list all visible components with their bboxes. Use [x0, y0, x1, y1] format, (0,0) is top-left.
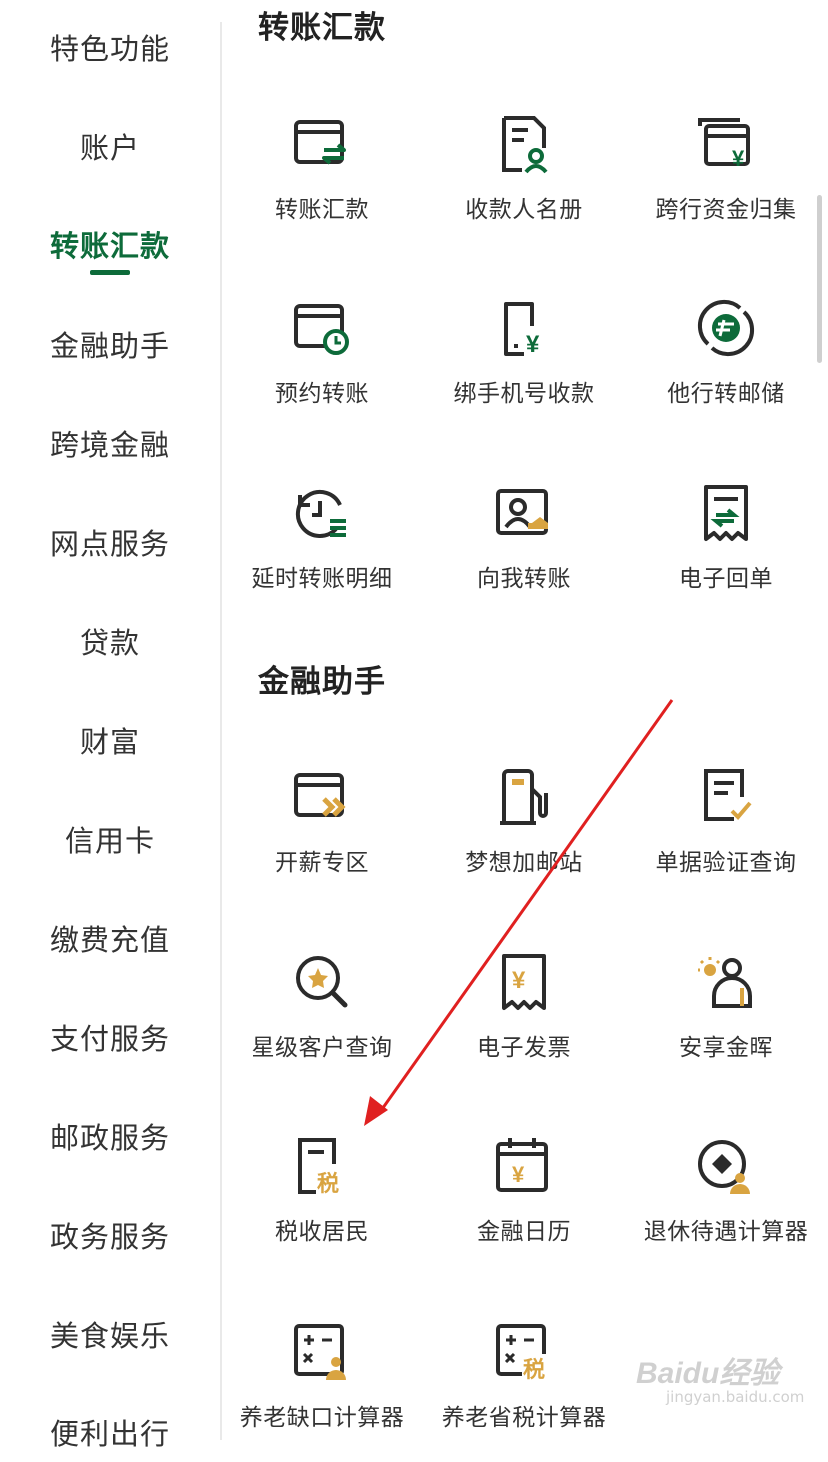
tile-label: 梦想加邮站 — [465, 850, 583, 876]
svg-text:¥: ¥ — [512, 1162, 525, 1187]
sidebar-item-finance-assistant[interactable]: 金融助手 — [0, 314, 220, 374]
tile-label: 他行转邮储 — [667, 381, 785, 407]
svg-text:¥: ¥ — [732, 146, 745, 171]
senior-care-icon — [698, 957, 752, 1008]
retirement-calc-icon — [698, 1140, 750, 1194]
tile-other-bank[interactable]: 他行转邮储 — [626, 288, 826, 438]
tile-label: 转账汇款 — [275, 197, 369, 223]
sidebar-item-branch-service[interactable]: 网点服务 — [0, 512, 220, 572]
tile-label: 电子回单 — [679, 566, 773, 592]
tile-label: 收款人名册 — [465, 197, 583, 223]
tile-label: 金融日历 — [477, 1219, 571, 1245]
sidebar-item-cross-border[interactable]: 跨境金融 — [0, 413, 220, 473]
delayed-transfer-icon — [295, 490, 346, 538]
pension-gap-calc-icon — [294, 1324, 346, 1380]
sidebar-item-features[interactable]: 特色功能 — [0, 17, 220, 77]
sidebar-item-payments[interactable]: 缴费充值 — [0, 908, 220, 968]
other-bank-icon — [697, 299, 755, 357]
tile-label: 退休待遇计算器 — [643, 1219, 809, 1245]
scheduled-transfer-icon — [294, 304, 349, 355]
tile-scheduled-transfer[interactable]: 预约转账 — [222, 288, 422, 438]
tile-delayed-transfer[interactable]: 延时转账明细 — [222, 473, 422, 623]
tile-fuel-station[interactable]: 梦想加邮站 — [424, 757, 624, 907]
tile-finance-calendar[interactable]: ¥ 金融日历 — [424, 1126, 624, 1276]
e-invoice-icon: ¥ — [502, 954, 546, 1010]
tax-resident-icon: 税 — [298, 1138, 346, 1197]
tile-label: 绑手机号收款 — [453, 381, 595, 407]
payee-book-icon — [502, 116, 548, 174]
svg-text:¥: ¥ — [526, 331, 540, 358]
tile-fund-collection[interactable]: ¥ 跨行资金归集 — [626, 104, 826, 254]
sidebar-item-credit-card[interactable]: 信用卡 — [0, 809, 220, 869]
tile-payee-book[interactable]: 收款人名册 — [424, 104, 624, 254]
tile-e-invoice[interactable]: ¥ 电子发票 — [424, 942, 624, 1092]
tile-label: 星级客户查询 — [251, 1035, 393, 1061]
sidebar-item-loan[interactable]: 贷款 — [0, 611, 220, 671]
sidebar-item-government[interactable]: 政务服务 — [0, 1205, 220, 1265]
e-receipt-icon — [704, 485, 748, 541]
tile-star-search[interactable]: 星级客户查询 — [222, 942, 422, 1092]
category-sidebar: 特色功能 账户 转账汇款 金融助手 跨境金融 网点服务 贷款 财富 信用卡 缴费… — [0, 0, 220, 1451]
tile-label: 安享金晖 — [679, 1035, 773, 1061]
tile-senior-care[interactable]: 安享金晖 — [626, 942, 826, 1092]
tile-label: 养老缺口计算器 — [239, 1405, 405, 1431]
transfer-icon — [294, 120, 346, 165]
watermark-brand: Baidu经验 — [636, 1357, 780, 1390]
transfer-to-me-icon — [496, 489, 548, 535]
tile-e-receipt[interactable]: 电子回单 — [626, 473, 826, 623]
pension-tax-calc-icon: 税 — [496, 1324, 550, 1383]
baidu-watermark: Baidu经验 jingyan.baidu.com — [636, 1348, 806, 1418]
salary-zone-icon — [294, 773, 346, 817]
tile-label: 延时转账明细 — [251, 566, 393, 592]
finance-calendar-icon: ¥ — [496, 1138, 548, 1192]
section-title-transfer: 转账汇款 — [258, 10, 386, 46]
tile-transfer-to-me[interactable]: 向我转账 — [424, 473, 624, 623]
svg-text:税: 税 — [317, 1171, 339, 1197]
sidebar-item-account[interactable]: 账户 — [0, 116, 220, 176]
tile-phone-receive[interactable]: ¥ 绑手机号收款 — [424, 288, 624, 438]
document-verify-icon — [704, 769, 752, 821]
sidebar-item-travel[interactable]: 便利出行 — [0, 1402, 220, 1462]
sidebar-item-wealth[interactable]: 财富 — [0, 710, 220, 770]
tile-label: 跨行资金归集 — [655, 197, 797, 223]
watermark-url: jingyan.baidu.com — [666, 1388, 805, 1406]
tile-label: 开薪专区 — [275, 850, 369, 876]
active-indicator — [90, 270, 130, 275]
tile-retirement-calc[interactable]: 退休待遇计算器 — [626, 1126, 826, 1276]
section-title-finance-assistant: 金融助手 — [258, 664, 386, 700]
sidebar-item-pay-service[interactable]: 支付服务 — [0, 1007, 220, 1067]
sidebar-item-food-entertainment[interactable]: 美食娱乐 — [0, 1304, 220, 1364]
star-search-icon — [296, 956, 348, 1008]
tile-salary-zone[interactable]: 开薪专区 — [222, 757, 422, 907]
sidebar-item-transfer[interactable]: 转账汇款 — [0, 214, 220, 274]
tile-label: 向我转账 — [477, 566, 571, 592]
tile-label: 电子发票 — [477, 1035, 571, 1061]
svg-text:税: 税 — [523, 1357, 545, 1383]
tile-document-verify[interactable]: 单据验证查询 — [626, 757, 826, 907]
scrollbar[interactable] — [817, 195, 822, 363]
fuel-station-icon — [500, 769, 548, 825]
tile-label: 养老省税计算器 — [441, 1405, 607, 1431]
tile-transfer[interactable]: 转账汇款 — [222, 104, 422, 254]
tile-label: 税收居民 — [275, 1219, 369, 1245]
phone-receive-icon: ¥ — [504, 302, 540, 358]
tile-label: 预约转账 — [275, 381, 369, 407]
svg-text:¥: ¥ — [512, 967, 526, 994]
tile-tax-resident[interactable]: 税 税收居民 — [222, 1126, 422, 1276]
tile-label: 单据验证查询 — [655, 850, 797, 876]
fund-collection-icon: ¥ — [698, 118, 750, 171]
sidebar-item-postal[interactable]: 邮政服务 — [0, 1106, 220, 1166]
